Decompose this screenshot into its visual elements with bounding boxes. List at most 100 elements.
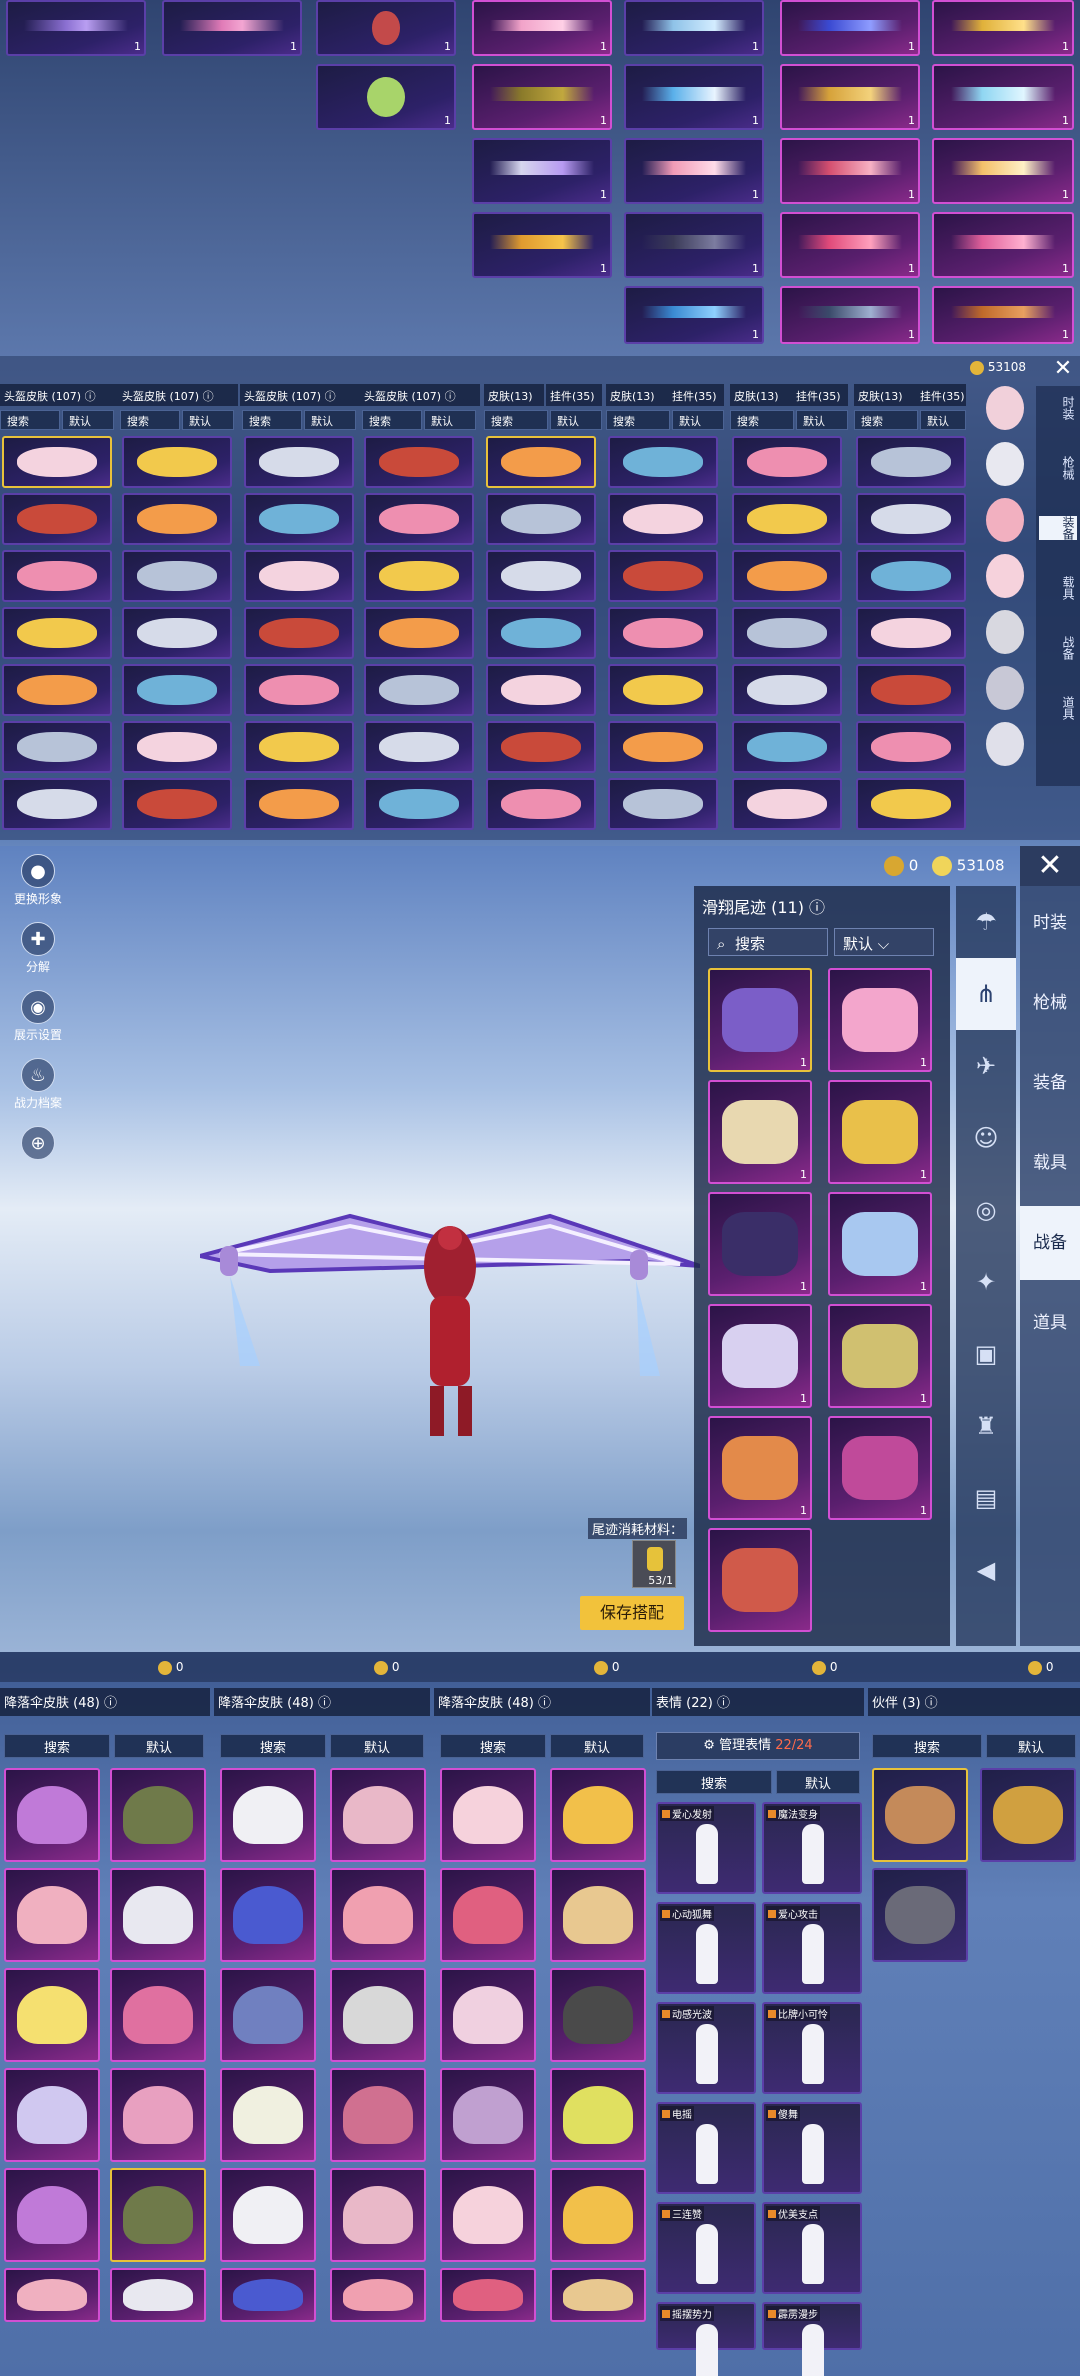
backpack-tile[interactable] (486, 550, 596, 602)
emote-tile[interactable]: 比牌小可怜 (762, 2002, 862, 2094)
helmet-tile[interactable] (364, 436, 474, 488)
backpack-tile[interactable] (608, 607, 718, 659)
avatar[interactable] (986, 722, 1024, 766)
backpack-tile[interactable] (856, 493, 966, 545)
zoom-button[interactable]: ⊕ (8, 1126, 68, 1162)
backpack-tile[interactable] (856, 664, 966, 716)
weapon-tile[interactable]: 1 (624, 64, 764, 130)
helmet-tile[interactable] (2, 493, 112, 545)
parachute-tile[interactable] (4, 1968, 100, 2062)
change-avatar-button[interactable]: ● 更换形象 (8, 854, 68, 907)
weapon-tile[interactable]: 1 (780, 286, 920, 344)
glider-trail-tile[interactable]: 1 (708, 1192, 812, 1296)
parachute-tile[interactable] (4, 2068, 100, 2162)
weapon-tile[interactable]: 1 (932, 212, 1074, 278)
parachute-tile[interactable] (330, 1868, 426, 1962)
parachute-tile[interactable] (440, 1768, 536, 1862)
helmet-tile[interactable] (122, 436, 232, 488)
glider-trail-tile[interactable]: 1 (708, 1416, 812, 1520)
backpack-tile[interactable] (608, 664, 718, 716)
tab-gear[interactable]: 装备 (1020, 1046, 1080, 1120)
glider-trail-tile[interactable]: 1 (708, 1080, 812, 1184)
companion-tile[interactable] (980, 1768, 1076, 1862)
gallery-tab-icon[interactable]: ▤ (956, 1462, 1016, 1534)
helmet-tile[interactable] (2, 721, 112, 773)
backpack-tile[interactable] (486, 607, 596, 659)
grenade-tile[interactable]: 1 (316, 64, 456, 130)
weapon-tile[interactable]: 1 (624, 0, 764, 56)
helmet-tile[interactable] (244, 664, 354, 716)
backpack-tile[interactable] (486, 778, 596, 830)
tab-supplies[interactable]: 战备 (1039, 636, 1077, 660)
weapon-tile[interactable]: 1 (472, 0, 612, 56)
weapon-tile[interactable]: 1 (932, 64, 1074, 130)
glider-trail-tile[interactable]: 1 (828, 1080, 932, 1184)
backpack-tile[interactable] (856, 436, 966, 488)
avatar[interactable] (986, 610, 1024, 654)
companion-tile[interactable] (872, 1868, 968, 1962)
parachute-tile[interactable] (110, 1868, 206, 1962)
backpack-tile[interactable] (856, 550, 966, 602)
glider-trail-tile[interactable]: 1 (828, 1192, 932, 1296)
parachute-tile[interactable] (110, 1968, 206, 2062)
wand-tab-icon[interactable]: ✦ (956, 1246, 1016, 1318)
weapon-tile[interactable]: 1 (624, 286, 764, 344)
weapon-tile[interactable]: 1 (624, 212, 764, 278)
glider-trail-tile[interactable]: 1 (828, 1304, 932, 1408)
helmet-tile[interactable] (122, 493, 232, 545)
backpack-tile[interactable] (608, 436, 718, 488)
parachute-tile[interactable] (550, 1768, 646, 1862)
companion-tile[interactable] (872, 1768, 968, 1862)
parachute-tile[interactable] (110, 2168, 206, 2262)
parachute-tile[interactable] (330, 1968, 426, 2062)
parachute-tile[interactable] (4, 1768, 100, 1862)
parachute-tile[interactable] (110, 1768, 206, 1862)
weapon-tile[interactable]: 1 (624, 138, 764, 204)
weapon-tile[interactable]: 1 (6, 0, 146, 56)
weapon-tile[interactable]: 1 (472, 138, 612, 204)
parachute-tile[interactable] (440, 1868, 536, 1962)
speaker-tab-icon[interactable]: ◀ (956, 1534, 1016, 1606)
emote-tile[interactable]: 电摇 (656, 2102, 756, 2194)
avatar[interactable] (986, 666, 1024, 710)
display-settings-button[interactable]: ◉ 展示设置 (8, 990, 68, 1043)
sticker-tab-icon[interactable]: ▣ (956, 1318, 1016, 1390)
backpack-tile[interactable] (856, 607, 966, 659)
character-glider-preview[interactable] (199, 1146, 701, 1446)
tab-fashion[interactable]: 时装 (1039, 396, 1077, 420)
parachute-tile[interactable] (440, 2068, 536, 2162)
tab-fashion[interactable]: 时装 (1020, 886, 1080, 960)
backpack-tile[interactable] (608, 778, 718, 830)
helmet-tile[interactable] (244, 493, 354, 545)
backpack-tile[interactable] (486, 436, 596, 488)
helmet-tile[interactable] (122, 664, 232, 716)
helmet-tile[interactable] (364, 664, 474, 716)
backpack-tile[interactable] (856, 721, 966, 773)
tab-gear[interactable]: 装备 (1039, 516, 1077, 540)
helmet-tile[interactable] (364, 607, 474, 659)
parachute-tile[interactable] (220, 1868, 316, 1962)
glider-trail-tile[interactable]: 1 (828, 968, 932, 1072)
tab-weapons[interactable]: 枪械 (1020, 966, 1080, 1040)
parachute-tile[interactable] (220, 2168, 316, 2262)
backpack-tile[interactable] (732, 493, 842, 545)
tab-supplies[interactable]: 战备 (1020, 1206, 1080, 1280)
avatar[interactable] (986, 442, 1024, 486)
weapon-tile[interactable]: 1 (472, 64, 612, 130)
parachute-tile[interactable] (550, 2068, 646, 2162)
weapon-tile[interactable]: 1 (780, 212, 920, 278)
parachute-tile[interactable] (4, 2168, 100, 2262)
emote-tile[interactable]: 爱心发射 (656, 1802, 756, 1894)
parachute-tile[interactable] (330, 2168, 426, 2262)
helmet-tile[interactable] (122, 778, 232, 830)
avatar[interactable] (986, 386, 1024, 430)
emote-tile[interactable]: 优美支点 (762, 2202, 862, 2294)
save-outfit-button[interactable]: 保存搭配 (580, 1596, 684, 1630)
backpack-tile[interactable] (732, 436, 842, 488)
helmet-tile[interactable] (2, 436, 112, 488)
glider-trail-tile[interactable] (708, 1528, 812, 1632)
parachute-tile[interactable] (330, 2268, 426, 2322)
emote-tile[interactable]: 爱心攻击 (762, 1902, 862, 1994)
parachute-tile[interactable] (330, 2068, 426, 2162)
helmet-tile[interactable] (244, 778, 354, 830)
